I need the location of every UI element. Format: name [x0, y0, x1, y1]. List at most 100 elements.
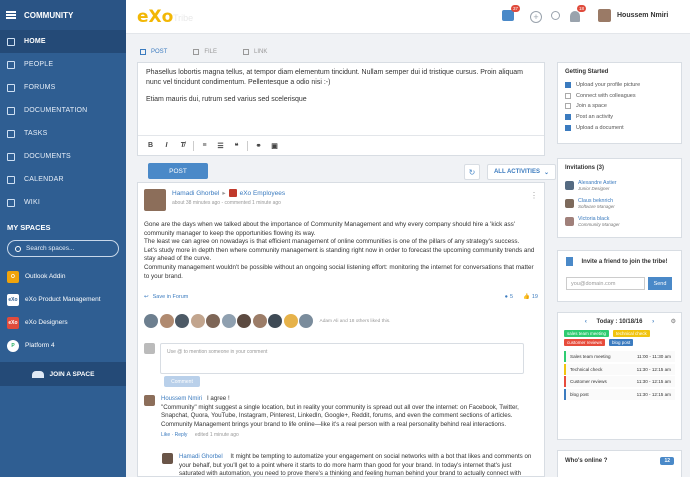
numbered-list-icon[interactable]: ≡ [199, 140, 210, 151]
nav-item-wiki[interactable]: WIKI [0, 191, 126, 214]
calendar-tag[interactable]: sales team meeting [564, 330, 610, 337]
nav-item-documents[interactable]: DOCUMENTS [0, 145, 126, 168]
checkbox-icon [565, 92, 571, 99]
calendar-event[interactable]: Sales team meeting 11:00 - 11:30 am [564, 351, 675, 362]
join-space-button[interactable]: JOIN A SPACE [0, 362, 126, 386]
liker-avatar[interactable] [206, 314, 220, 328]
calendar-tag[interactable]: blog post [608, 339, 634, 346]
settings-gear-icon[interactable]: ⚙ [671, 318, 676, 325]
comment-input[interactable]: Use @ to mention someone in your comment [160, 343, 524, 374]
next-day-icon[interactable]: › [652, 319, 654, 325]
comment-avatar[interactable] [144, 395, 155, 406]
comment-icon[interactable]: ● [505, 294, 508, 300]
nav-item-forums[interactable]: FORUMS [0, 76, 126, 99]
invitee-name[interactable]: Claus beknrich [578, 198, 615, 204]
bold-icon[interactable]: B [145, 140, 156, 151]
space-logo-icon: P [7, 339, 19, 352]
post-button[interactable]: POST [148, 163, 208, 179]
invitation-item[interactable]: Claus beknrich Software Manager [558, 194, 681, 212]
nav-item-tasks[interactable]: TASKS [0, 122, 126, 145]
liker-avatar[interactable] [237, 314, 251, 328]
bullet-list-icon[interactable]: ☰ [215, 140, 226, 151]
tab-label: POST [151, 49, 168, 55]
getting-started-item[interactable]: Connect with colleagues [558, 91, 681, 102]
calendar-event[interactable]: Technical check 11:30 - 12:15 am [564, 363, 675, 375]
liker-avatar[interactable] [144, 314, 158, 328]
space-item-exo-product-management[interactable]: eXo eXo Product Management [0, 288, 126, 311]
tab-file[interactable]: FILE [190, 49, 217, 55]
nav-item-people[interactable]: PEOPLE [0, 53, 126, 76]
space-item-platform-4[interactable]: P Platform 4 [0, 334, 126, 357]
getting-started-item[interactable]: Post an activity [558, 112, 681, 123]
image-icon[interactable]: ▣ [269, 140, 280, 151]
refresh-icon[interactable]: ↻ [464, 164, 480, 180]
comment-avatar[interactable] [162, 453, 173, 464]
calendar-tag[interactable]: customer reviews [564, 339, 606, 346]
editor-toolbar: B I T̸ ≡ ☰ ❝ ⚭ ▣ [138, 135, 544, 155]
link-icon[interactable]: ⚭ [253, 140, 264, 151]
comment-author[interactable]: Houssem Nmiri [161, 396, 202, 402]
liker-avatar[interactable] [190, 314, 205, 328]
save-in-forum-link[interactable]: Save in Forum [153, 294, 189, 300]
previous-day-icon[interactable]: ‹ [585, 319, 587, 325]
quote-icon[interactable]: ❝ [231, 140, 242, 151]
sidebar-title: COMMUNITY [24, 10, 74, 20]
menu-icon[interactable] [6, 11, 16, 19]
space-logo-icon: eXo [7, 293, 19, 306]
author-avatar[interactable] [144, 189, 166, 211]
liker-avatar[interactable] [283, 314, 298, 328]
invitation-item[interactable]: Alexandre Astier Junior Designer [558, 176, 681, 194]
nav-item-calendar[interactable]: CALENDAR [0, 168, 126, 191]
nav-item-home[interactable]: HOME [0, 30, 126, 53]
post-editor[interactable]: Phasellus lobortis magna tellus, at temp… [137, 62, 545, 156]
notification-bell-icon[interactable] [570, 11, 580, 22]
liker-avatar[interactable] [252, 314, 267, 328]
more-options-icon[interactable]: ⋮ [530, 191, 538, 200]
like-icon[interactable]: 👍 [523, 294, 530, 300]
main-content: POST FILE LINK Phasellus lobortis magna … [126, 34, 690, 477]
liker-avatar[interactable] [175, 314, 189, 328]
space-item-exo-designers[interactable]: eXo eXo Designers [0, 311, 126, 334]
liker-avatar[interactable] [159, 314, 174, 328]
getting-started-item[interactable]: Upload your profile picture [558, 80, 681, 91]
comment-author[interactable]: Hamadi Ghorbel [179, 454, 223, 460]
tab-link[interactable]: LINK [240, 49, 267, 55]
comment-item: Houssem Nmiri I agree ! "Community" migh… [144, 395, 538, 438]
space-icon [228, 189, 237, 198]
activity-space[interactable]: eXo Employees [240, 190, 286, 197]
comment-button[interactable]: Comment [164, 376, 200, 387]
reply-link[interactable]: Reply [175, 432, 188, 438]
activity-filter-dropdown[interactable]: ALL ACTIVITIES ⌄ [487, 164, 556, 180]
liker-avatar[interactable] [268, 314, 282, 328]
tab-post[interactable]: POST [137, 49, 167, 55]
activity-author-line: Hamadi Ghorbel ▸ eXo Employees [172, 189, 286, 198]
item-label: Upload a document [576, 124, 624, 131]
clear-format-icon[interactable]: T̸ [177, 140, 188, 151]
invitee-avatar [565, 198, 574, 208]
liker-avatar[interactable] [299, 314, 313, 328]
space-item-outlook-addin[interactable]: O Outlook Addin [0, 265, 126, 288]
calendar-event[interactable]: blog post 11:30 - 12:15 am [564, 388, 675, 400]
like-link[interactable]: Like [161, 432, 170, 438]
calendar-tag[interactable]: technical check [612, 330, 650, 337]
liker-avatar[interactable] [221, 314, 236, 328]
likers-text: Adam Ali and 18 others liked this. [319, 318, 391, 324]
user-menu[interactable]: Houssem Nmiri [598, 9, 668, 22]
invite-email-input[interactable]: you@domain.com [566, 277, 645, 290]
invitee-name[interactable]: Alexandre Astier [578, 180, 617, 186]
activity-author[interactable]: Hamadi Ghorbel [172, 190, 219, 197]
italic-icon[interactable]: I [161, 140, 172, 151]
getting-started-item[interactable]: Upload a document [558, 122, 681, 133]
send-invite-button[interactable]: Send [648, 277, 672, 290]
editor-text[interactable]: Phasellus lobortis magna tellus, at temp… [138, 63, 544, 117]
item-label: Post an activity [576, 114, 613, 121]
space-search-input[interactable]: Search spaces... [7, 240, 119, 257]
getting-started-item[interactable]: Join a space [558, 101, 681, 112]
search-icon[interactable] [551, 11, 560, 20]
item-label: Connect with colleagues [576, 92, 636, 99]
calendar-event[interactable]: Customer reviews 11:30 - 12:15 am [564, 376, 675, 387]
add-icon[interactable]: + [530, 11, 542, 23]
nav-label: FORUMS [24, 84, 56, 91]
invitation-item[interactable]: Victoria black Community Manager [558, 212, 681, 230]
nav-item-documentation[interactable]: DOCUMENTATION [0, 99, 126, 122]
